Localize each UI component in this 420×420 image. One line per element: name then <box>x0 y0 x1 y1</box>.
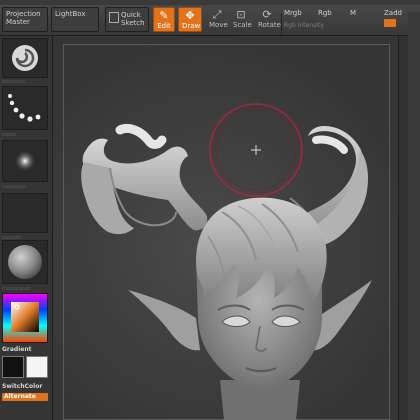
brush-cursor <box>209 103 303 197</box>
crosshair-icon <box>251 145 261 155</box>
left-horn <box>81 123 208 235</box>
left-ear <box>128 290 200 351</box>
viewport-model[interactable] <box>0 0 420 420</box>
